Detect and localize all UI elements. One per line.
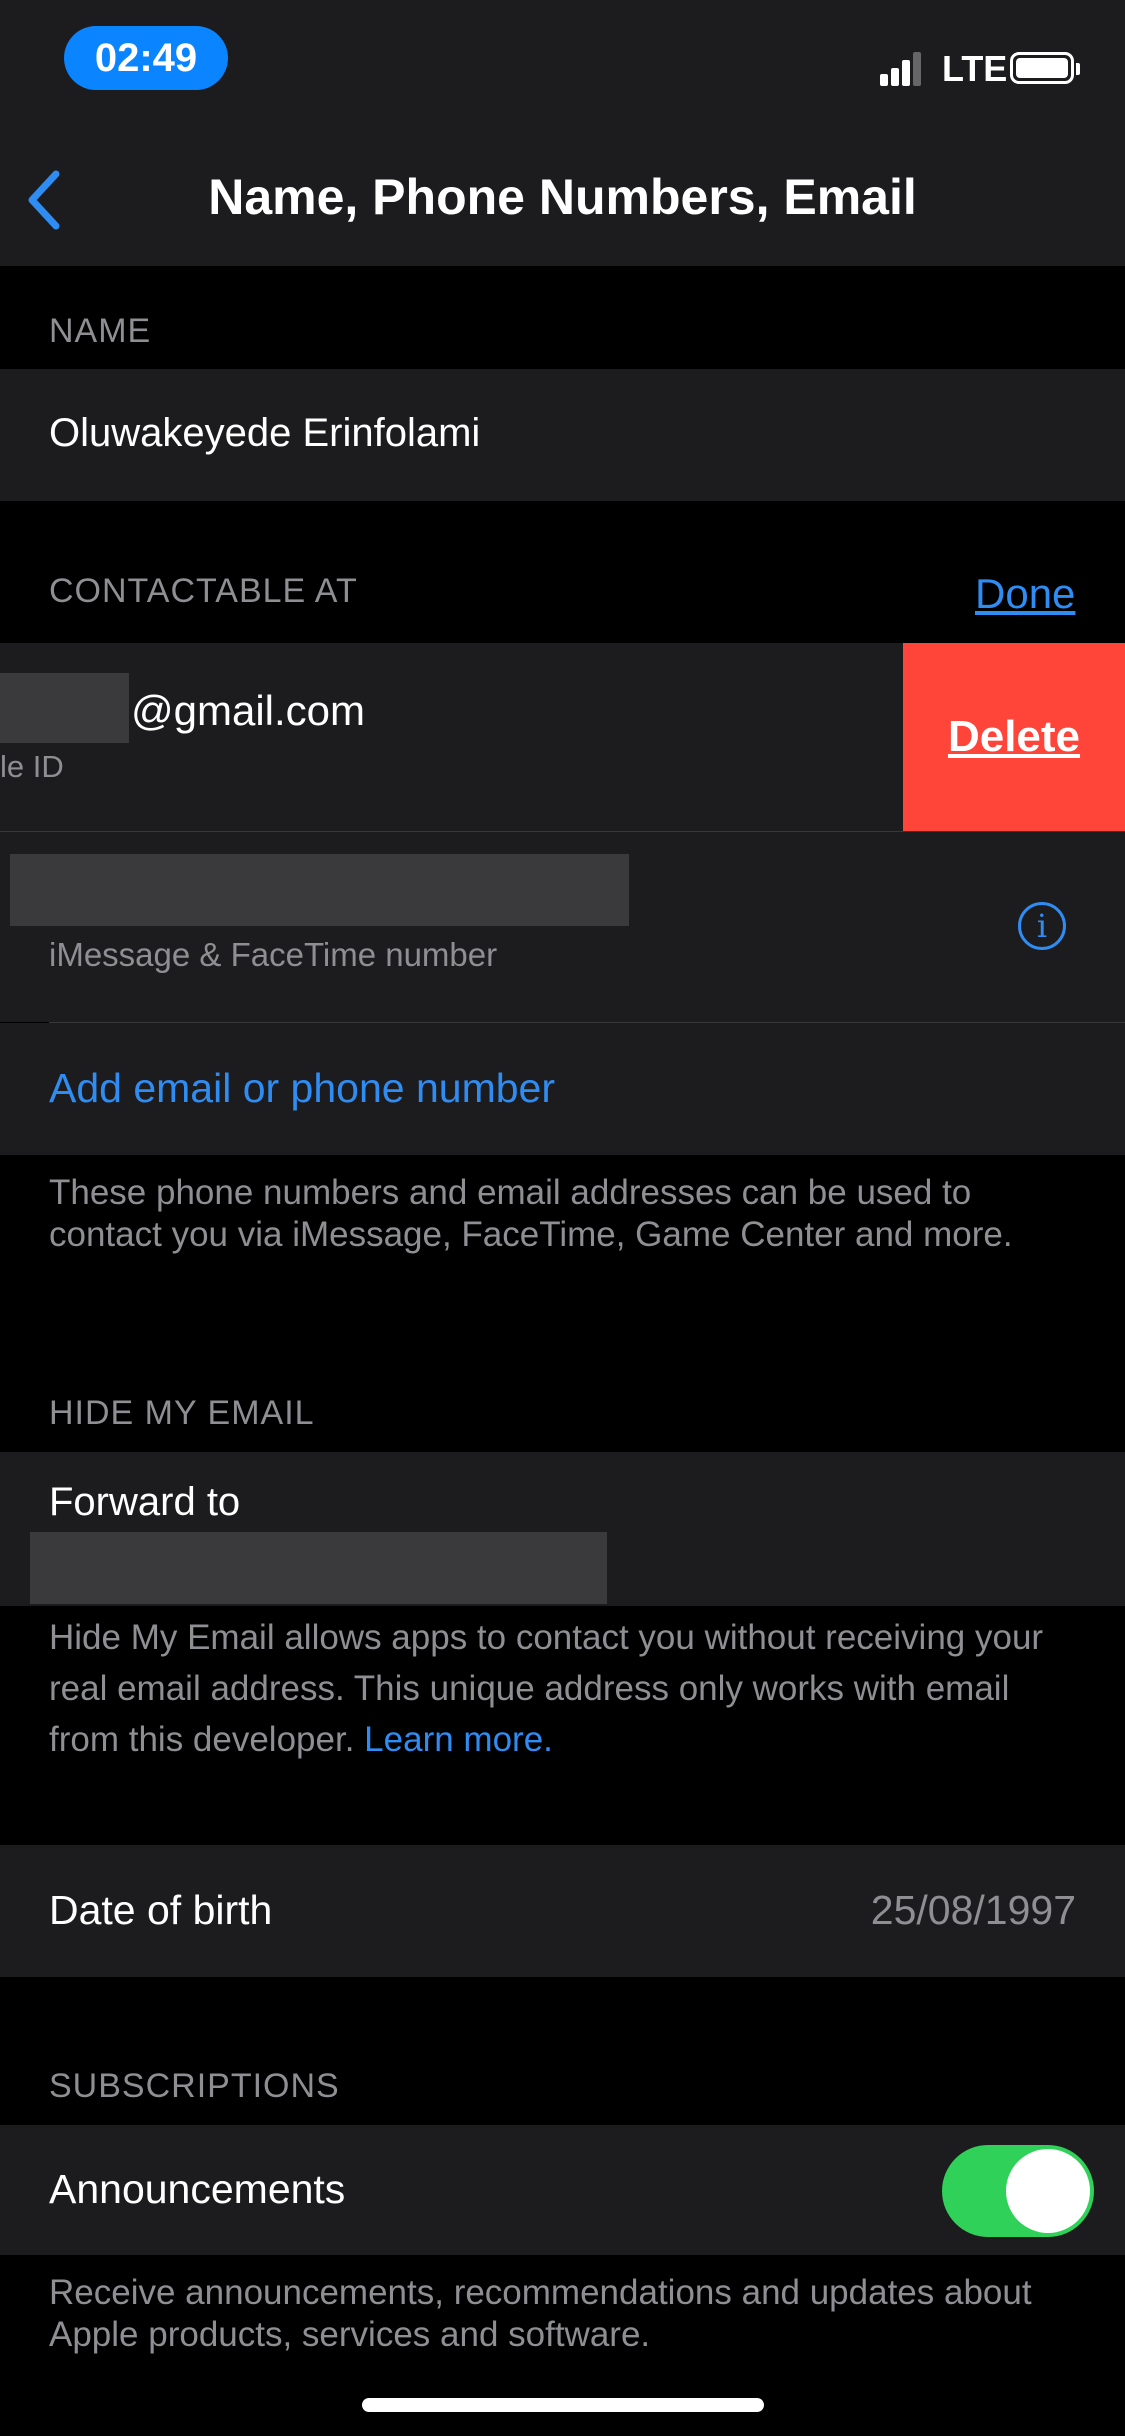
announcements-toggle[interactable]: [942, 2145, 1094, 2237]
subscriptions-header: SUBSCRIPTIONS: [49, 2067, 340, 2105]
contactable-section-header: CONTACTABLE AT: [49, 572, 358, 610]
done-button[interactable]: Done: [975, 570, 1075, 618]
network-label: LTE: [942, 48, 1008, 89]
announcements-label: Announcements: [49, 2166, 346, 2212]
email-suffix: @gmail.com: [131, 687, 366, 734]
delete-label: Delete: [947, 712, 1081, 761]
redacted-phone-number: [10, 854, 629, 926]
subscriptions-footnote: Receive announcements, recommendations a…: [49, 2273, 1032, 2354]
learn-more-link[interactable]: Learn more.: [364, 1720, 553, 1759]
delete-button[interactable]: Delete: [903, 643, 1125, 831]
email-subtitle: le ID: [0, 749, 64, 784]
add-email-row[interactable]: Add email or phone number: [0, 1023, 1125, 1155]
forward-to-cell[interactable]: Forward to: [0, 1452, 1125, 1606]
status-time-pill: 02:49: [64, 26, 228, 90]
signal-icon: [880, 52, 924, 86]
forward-to-label: Forward to: [49, 1480, 241, 1524]
battery-icon: [1010, 52, 1080, 84]
name-section-header: NAME: [49, 312, 152, 350]
info-icon[interactable]: i: [1018, 902, 1066, 950]
name-value: Oluwakeyede Erinfolami: [49, 411, 481, 455]
status-time: 02:49: [94, 35, 198, 80]
dob-value: 25/08/1997: [870, 1887, 1076, 1933]
redacted-forward-address: [30, 1532, 607, 1604]
phone-row[interactable]: iMessage & FaceTime number i: [0, 832, 1125, 1022]
announcements-cell: Announcements: [0, 2125, 1125, 2255]
home-indicator: [362, 2398, 764, 2412]
dob-label: Date of birth: [49, 1887, 273, 1933]
phone-subtitle: iMessage & FaceTime number: [49, 936, 498, 973]
name-cell[interactable]: Oluwakeyede Erinfolami: [0, 369, 1125, 501]
toggle-knob: [1006, 2149, 1090, 2233]
add-email-link[interactable]: Add email or phone number: [49, 1065, 555, 1112]
date-of-birth-cell[interactable]: Date of birth 25/08/1997: [0, 1845, 1125, 1977]
hide-my-email-header: HIDE MY EMAIL: [49, 1394, 315, 1432]
hide-my-email-footnote: Hide My Email allows apps to contact you…: [49, 1612, 1089, 1765]
email-row[interactable]: @gmail.com le ID Delete: [0, 643, 1125, 831]
contactable-footnote: These phone numbers and email addresses …: [49, 1173, 1013, 1254]
page-title: Name, Phone Numbers, Email: [208, 169, 917, 225]
redacted-email-local: [0, 673, 129, 743]
